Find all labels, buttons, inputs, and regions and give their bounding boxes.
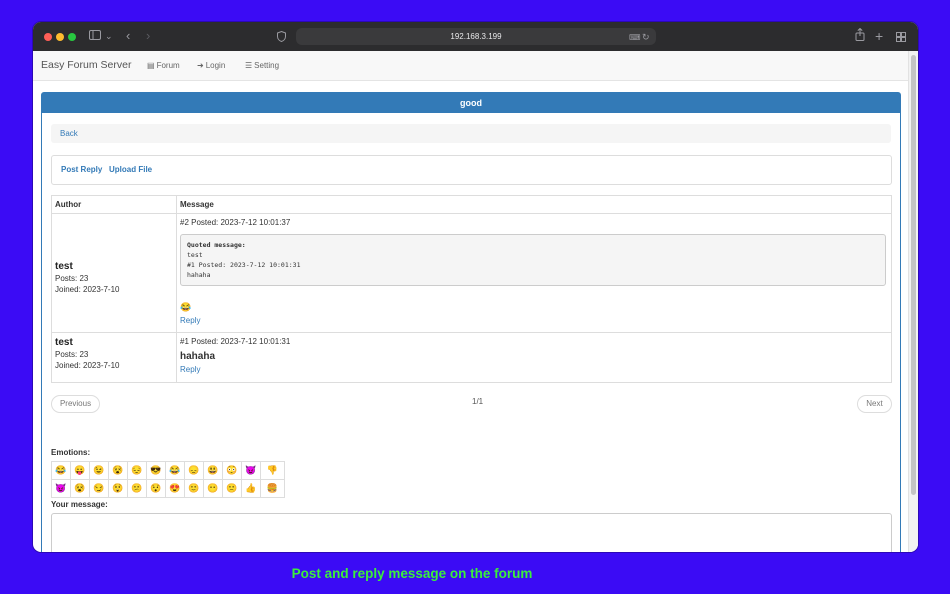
new-tab-icon[interactable]: + bbox=[875, 28, 883, 44]
list-icon: ▤ bbox=[147, 61, 155, 70]
emoticon[interactable]: 😯 bbox=[146, 479, 166, 498]
emoticon[interactable]: 😎 bbox=[146, 461, 166, 480]
login-icon: ➜ bbox=[197, 61, 204, 70]
emoticon[interactable]: 🙁 bbox=[222, 479, 242, 498]
tab-overview-icon[interactable] bbox=[896, 30, 906, 46]
emoticon[interactable]: 😵 bbox=[70, 479, 90, 498]
emoticon[interactable]: 😞 bbox=[184, 461, 204, 480]
forward-arrow-icon[interactable]: › bbox=[146, 28, 150, 44]
post-reply-link[interactable]: Post Reply bbox=[61, 165, 102, 174]
emoticon[interactable]: 😏 bbox=[89, 479, 109, 498]
author-joined-date: Joined: 2023-7-10 bbox=[55, 284, 120, 294]
post-timestamp: #1 Posted: 2023-7-12 10:01:31 bbox=[180, 337, 291, 346]
author-name[interactable]: test bbox=[55, 337, 173, 348]
emoticon[interactable]: 😈 bbox=[51, 479, 71, 498]
post-body: 😂 bbox=[180, 302, 192, 312]
emoticon[interactable]: 😍 bbox=[165, 479, 185, 498]
next-page-button[interactable]: Next bbox=[857, 395, 892, 413]
back-arrow-icon[interactable]: ‹ bbox=[126, 28, 130, 44]
back-bar: Back bbox=[51, 124, 891, 143]
author-joined-date: Joined: 2023-7-10 bbox=[55, 361, 120, 370]
topic-actions: Post Reply Upload File bbox=[51, 155, 892, 185]
quote-body: test #1 Posted: 2023-7-12 10:01:31 hahah… bbox=[187, 251, 301, 279]
nav-login[interactable]: ➜ Login bbox=[197, 61, 225, 70]
emoticon[interactable]: 😛 bbox=[70, 461, 90, 480]
caption-text: Post and reply message on the forum bbox=[291, 566, 533, 581]
page-indicator: 1/1 bbox=[472, 397, 484, 406]
upload-file-link[interactable]: Upload File bbox=[109, 165, 152, 174]
back-link[interactable]: Back bbox=[60, 129, 78, 138]
emoticon[interactable]: 😶 bbox=[203, 479, 223, 498]
url-text: 192.168.3.199 bbox=[450, 32, 502, 41]
maximize-window-button[interactable] bbox=[68, 33, 76, 41]
message-column-header: Message bbox=[176, 195, 892, 214]
table-header-row: Author Message bbox=[51, 195, 892, 214]
share-icon[interactable] bbox=[855, 27, 865, 45]
close-window-button[interactable] bbox=[44, 33, 52, 41]
emoticon-row: 😂 😛 😉 😵 😔 😎 😂 😞 😃 😳 😈 👎 bbox=[51, 461, 285, 480]
emoticon-grid: 😂 😛 😉 😵 😔 😎 😂 😞 😃 😳 😈 👎 😈 😵 😏 😲 😕 😯 😍 🙂 … bbox=[51, 461, 285, 498]
emoticon[interactable]: 😉 bbox=[89, 461, 109, 480]
sidebar-icon[interactable] bbox=[89, 28, 101, 44]
nav-forum[interactable]: ▤ Forum bbox=[147, 61, 180, 70]
author-cell: test Posts: 23 Joined: 2023-7-10 bbox=[51, 213, 177, 333]
emoticon-row: 😈 😵 😏 😲 😕 😯 😍 🙂 😶 🙁 👍 🍔 bbox=[51, 479, 285, 498]
emoticon[interactable]: 😳 bbox=[222, 461, 242, 480]
emoticon[interactable]: 😔 bbox=[127, 461, 147, 480]
minimize-window-button[interactable] bbox=[56, 33, 64, 41]
table-row: test Posts: 23 Joined: 2023-7-10 #1 Post… bbox=[51, 332, 892, 383]
quoted-message: Quoted message: test #1 Posted: 2023-7-1… bbox=[180, 234, 886, 286]
author-name[interactable]: test bbox=[55, 261, 173, 272]
emoticon[interactable]: 👍 bbox=[241, 479, 261, 498]
author-cell: test Posts: 23 Joined: 2023-7-10 bbox=[51, 332, 177, 383]
emoticon[interactable]: 🙂 bbox=[184, 479, 204, 498]
translate-icon[interactable]: ⌨ bbox=[629, 30, 641, 46]
author-post-count: Posts: 23 bbox=[55, 273, 89, 283]
address-bar[interactable]: 192.168.3.199 bbox=[296, 28, 656, 45]
scrollbar-thumb[interactable] bbox=[911, 55, 916, 495]
site-navbar: Easy Forum Server ▤ Forum ➜ Login ☰ Setting bbox=[33, 51, 909, 81]
emoticon[interactable]: 🍔 bbox=[260, 479, 285, 498]
previous-page-button[interactable]: Previous bbox=[51, 395, 100, 413]
message-cell: #2 Posted: 2023-7-12 10:01:37 Quoted mes… bbox=[176, 213, 892, 333]
author-column-header: Author bbox=[51, 195, 177, 214]
emoticon[interactable]: 😃 bbox=[203, 461, 223, 480]
menu-icon: ☰ bbox=[245, 61, 253, 70]
nav-login-label: Login bbox=[205, 61, 226, 70]
emoticon[interactable]: 😈 bbox=[241, 461, 261, 480]
message-textarea[interactable] bbox=[51, 513, 892, 552]
emoticon[interactable]: 😕 bbox=[127, 479, 147, 498]
nav-setting-label: Setting bbox=[254, 61, 280, 70]
emoticon[interactable]: 😂 bbox=[51, 461, 71, 480]
shield-icon bbox=[277, 30, 286, 46]
emoticon[interactable]: 😂 bbox=[165, 461, 185, 480]
emoticon[interactable]: 😵 bbox=[108, 461, 128, 480]
chevron-down-icon[interactable]: ⌄ bbox=[105, 28, 113, 44]
emoticon[interactable]: 😲 bbox=[108, 479, 128, 498]
nav-forum-label: Forum bbox=[156, 61, 180, 70]
browser-window: ⌄ ‹ › 192.168.3.199 ⌨ ↻ + Easy Forum Ser… bbox=[33, 22, 918, 552]
reply-link[interactable]: Reply bbox=[180, 316, 888, 325]
site-brand[interactable]: Easy Forum Server bbox=[41, 59, 131, 71]
reply-link[interactable]: Reply bbox=[180, 365, 888, 374]
reload-icon[interactable]: ↻ bbox=[642, 29, 650, 45]
quote-title: Quoted message: bbox=[187, 241, 246, 249]
emoticon[interactable]: 👎 bbox=[260, 461, 285, 480]
author-post-count: Posts: 23 bbox=[55, 350, 89, 359]
table-row: test Posts: 23 Joined: 2023-7-10 #2 Post… bbox=[51, 213, 892, 333]
post-timestamp: #2 Posted: 2023-7-12 10:01:37 bbox=[180, 218, 291, 227]
post-body: hahaha bbox=[180, 351, 216, 362]
topic-title: good bbox=[42, 93, 900, 113]
emotions-label: Emotions: bbox=[51, 448, 91, 457]
topic-panel: good Back Post Reply Upload File Author … bbox=[41, 92, 901, 552]
message-cell: #1 Posted: 2023-7-12 10:01:31 hahaha Rep… bbox=[176, 332, 892, 383]
your-message-label: Your message: bbox=[51, 500, 108, 509]
nav-setting[interactable]: ☰ Setting bbox=[245, 61, 279, 70]
browser-titlebar: ⌄ ‹ › 192.168.3.199 ⌨ ↻ + bbox=[33, 22, 918, 51]
posts-table: Author Message test Posts: 23 Joined: 20… bbox=[51, 195, 892, 383]
